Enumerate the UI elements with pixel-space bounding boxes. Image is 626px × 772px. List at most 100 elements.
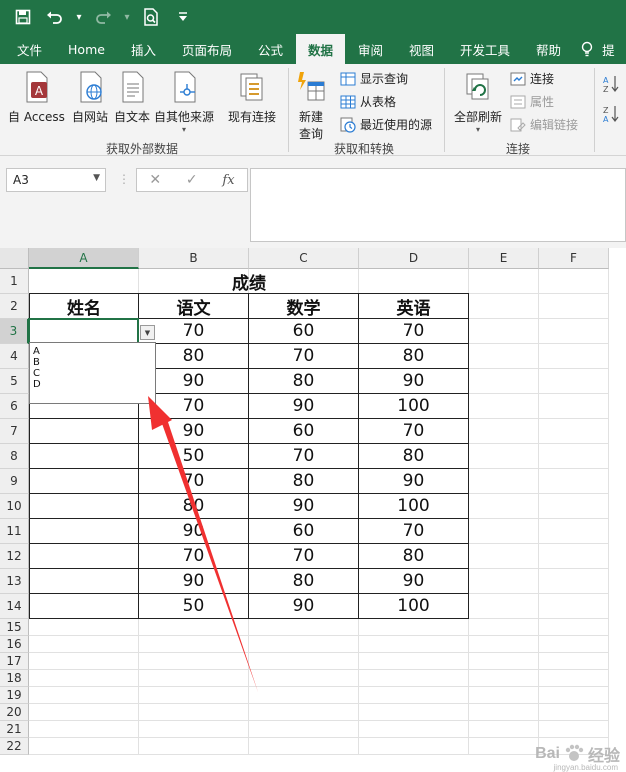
cell[interactable] [359,653,469,670]
lightbulb-icon[interactable] [574,34,600,64]
table-cell[interactable]: 100 [359,494,469,519]
row-header-6[interactable]: 6 [0,394,29,419]
table-cell[interactable]: 90 [249,594,359,619]
cell[interactable] [539,569,609,594]
tab-help[interactable]: 帮助 [523,34,574,64]
table-header-cell[interactable]: 姓名 [29,294,139,319]
tab-home[interactable]: Home [55,34,118,64]
cell[interactable] [469,419,539,444]
table-cell[interactable]: 100 [359,394,469,419]
row-header-12[interactable]: 12 [0,544,29,569]
column-header-e[interactable]: E [469,248,539,269]
cell[interactable] [539,394,609,419]
cell[interactable] [139,721,249,738]
cell[interactable] [469,369,539,394]
recent-sources-button[interactable]: 最近使用的源 [340,116,432,133]
table-cell[interactable]: 70 [359,519,469,544]
refresh-all-button[interactable]: 全部刷新 ▾ [454,70,502,134]
name-cell[interactable] [29,519,139,544]
cell[interactable] [539,704,609,721]
cell[interactable] [359,738,469,755]
edit-links-button[interactable]: 编辑链接 [510,116,578,133]
cell[interactable] [139,619,249,636]
cell[interactable] [29,687,139,704]
table-cell[interactable]: 90 [359,569,469,594]
table-cell[interactable]: 90 [139,569,249,594]
column-header-b[interactable]: B [139,248,249,269]
cell[interactable] [29,704,139,721]
tab-formulas[interactable]: 公式 [245,34,296,64]
cell[interactable] [469,319,539,344]
cell[interactable] [539,269,609,294]
cell[interactable] [249,704,359,721]
cell[interactable] [539,294,609,319]
cell[interactable] [469,494,539,519]
row-header-5[interactable]: 5 [0,369,29,394]
insert-function-icon[interactable]: fx [222,173,234,188]
cell[interactable] [359,704,469,721]
cell[interactable] [469,594,539,619]
name-cell[interactable] [29,544,139,569]
undo-dropdown-icon[interactable]: ▾ [74,4,84,30]
cell[interactable] [359,670,469,687]
table-cell[interactable]: 90 [249,494,359,519]
row-header-10[interactable]: 10 [0,494,29,519]
cell[interactable] [539,670,609,687]
row-header-8[interactable]: 8 [0,444,29,469]
enter-icon[interactable]: ✓ [186,172,198,188]
cell[interactable] [469,394,539,419]
table-cell[interactable]: 80 [249,469,359,494]
row-header-22[interactable]: 22 [0,738,29,755]
table-header-cell[interactable]: 英语 [359,294,469,319]
row-header-20[interactable]: 20 [0,704,29,721]
name-cell[interactable] [29,419,139,444]
properties-button[interactable]: 属性 [510,93,554,110]
active-cell-a3[interactable] [28,318,139,344]
cell[interactable] [29,670,139,687]
table-cell[interactable]: 80 [249,569,359,594]
tab-overflow[interactable]: 提 [600,34,617,64]
cell[interactable] [539,444,609,469]
cell[interactable] [139,653,249,670]
cell[interactable] [539,653,609,670]
cell[interactable] [539,687,609,704]
table-cell[interactable]: 80 [139,494,249,519]
dropdown-option[interactable]: A [33,346,155,357]
cell[interactable] [539,544,609,569]
cell[interactable] [539,636,609,653]
row-header-14[interactable]: 14 [0,594,29,619]
chevron-down-icon[interactable]: ▼ [93,173,100,183]
cell[interactable] [139,636,249,653]
table-cell[interactable]: 90 [359,469,469,494]
table-cell[interactable]: 80 [359,544,469,569]
table-cell[interactable]: 50 [139,594,249,619]
cell[interactable] [249,619,359,636]
row-header-16[interactable]: 16 [0,636,29,653]
table-cell[interactable]: 90 [139,419,249,444]
cell[interactable] [249,636,359,653]
row-header-17[interactable]: 17 [0,653,29,670]
table-cell[interactable]: 60 [249,419,359,444]
cell[interactable] [249,738,359,755]
table-cell[interactable]: 100 [359,594,469,619]
cell[interactable] [359,636,469,653]
table-cell[interactable]: 70 [139,319,249,344]
row-header-13[interactable]: 13 [0,569,29,594]
existing-connections-button[interactable]: 现有连接 [228,70,276,125]
row-header-3[interactable]: 3 [0,319,29,344]
cell[interactable] [359,687,469,704]
tab-file[interactable]: 文件 [4,34,55,64]
table-cell[interactable]: 60 [249,319,359,344]
cell[interactable] [539,494,609,519]
cell[interactable] [469,444,539,469]
cell[interactable] [469,469,539,494]
table-cell[interactable]: 70 [249,444,359,469]
cell[interactable] [469,619,539,636]
cell[interactable] [249,687,359,704]
tab-data[interactable]: 数据 [295,34,345,64]
print-preview-icon[interactable] [138,4,164,30]
redo-icon[interactable] [90,4,116,30]
dropdown-option[interactable]: B [33,357,155,368]
table-cell[interactable]: 70 [249,344,359,369]
table-cell[interactable]: 90 [139,519,249,544]
